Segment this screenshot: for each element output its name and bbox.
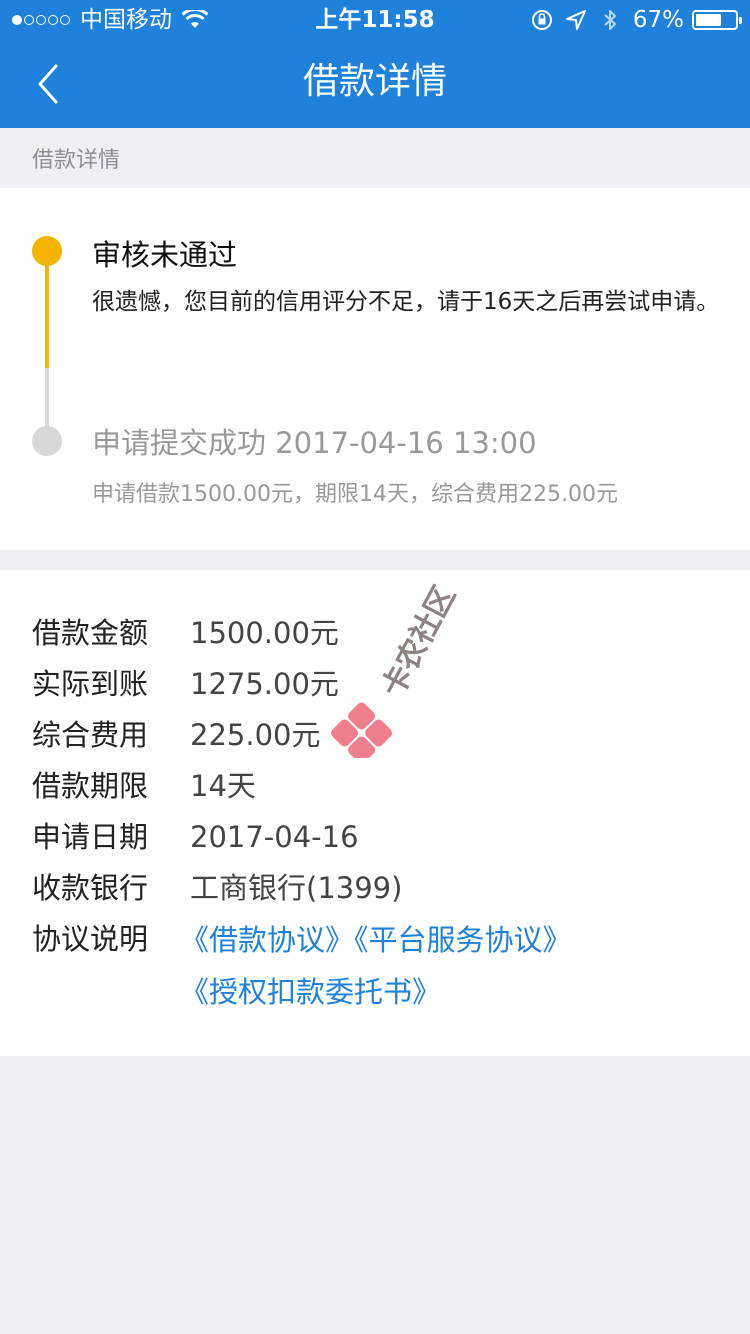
battery-fill (696, 14, 721, 26)
detail-value: 工商银行(1399) (190, 871, 403, 905)
detail-value: 1500.00元 (190, 616, 339, 650)
detail-value: 1275.00元 (190, 667, 339, 701)
detail-label: 申请日期 (32, 820, 149, 854)
platform-service-agreement-link[interactable]: 《平台服务协议》 (354, 923, 572, 957)
timeline-dot-current (32, 236, 62, 266)
loan-details: 借款金额 1500.00元 实际到账 1275.00元 综合费用 225.00元… (0, 570, 750, 1056)
battery-percent: 67% (632, 7, 684, 33)
timeline-step-description: 申请借款1500.00元，期限14天，综合费用225.00元 (92, 482, 618, 507)
detail-label: 综合费用 (32, 718, 149, 752)
status-timeline: 审核未通过 很遗憾，您目前的信用评分不足，请于16天之后再尝试申请。 申请提交成… (0, 188, 750, 550)
detail-label: 实际到账 (32, 667, 149, 701)
detail-label: 协议说明 (32, 922, 149, 956)
top-bar: 中国移动 上午11:58 67% 借款详情 (0, 0, 750, 128)
status-bar: 中国移动 上午11:58 67% (0, 0, 750, 40)
detail-label: 收款银行 (32, 871, 149, 905)
detail-label: 借款期限 (32, 769, 149, 803)
timeline-step-title: 审核未通过 (92, 238, 238, 272)
timeline-step-title: 申请提交成功 2017-04-16 13:00 (92, 426, 537, 460)
battery-icon (692, 10, 742, 30)
nav-bar: 借款详情 (0, 40, 750, 128)
detail-label: 借款金额 (32, 616, 149, 650)
status-right: 67% (519, 0, 742, 40)
detail-row-agreements: 协议说明 《借款协议》《平台服务协议》《授权扣款委托书》 (32, 914, 722, 1024)
loan-agreement-link[interactable]: 《借款协议》 (180, 923, 354, 957)
section-header: 借款详情 (0, 128, 750, 188)
detail-value: 225.00元 (190, 718, 321, 752)
timeline-dot-past (32, 426, 62, 456)
location-icon (565, 10, 586, 30)
detail-value: 14天 (190, 769, 256, 803)
timeline-step-description: 很遗憾，您目前的信用评分不足，请于16天之后再尝试申请。 (92, 289, 720, 315)
orientation-lock-icon (531, 10, 552, 30)
debit-authorization-link[interactable]: 《授权扣款委托书》 (180, 975, 441, 1009)
page-title: 借款详情 (302, 61, 447, 102)
battery-cap (739, 17, 742, 24)
bluetooth-icon (604, 10, 616, 30)
timeline-connector-inactive (45, 368, 49, 428)
section-header-text: 借款详情 (32, 148, 121, 173)
agreement-links: 《借款协议》《平台服务协议》《授权扣款委托书》 (180, 914, 740, 1018)
detail-value: 2017-04-16 (190, 820, 359, 854)
